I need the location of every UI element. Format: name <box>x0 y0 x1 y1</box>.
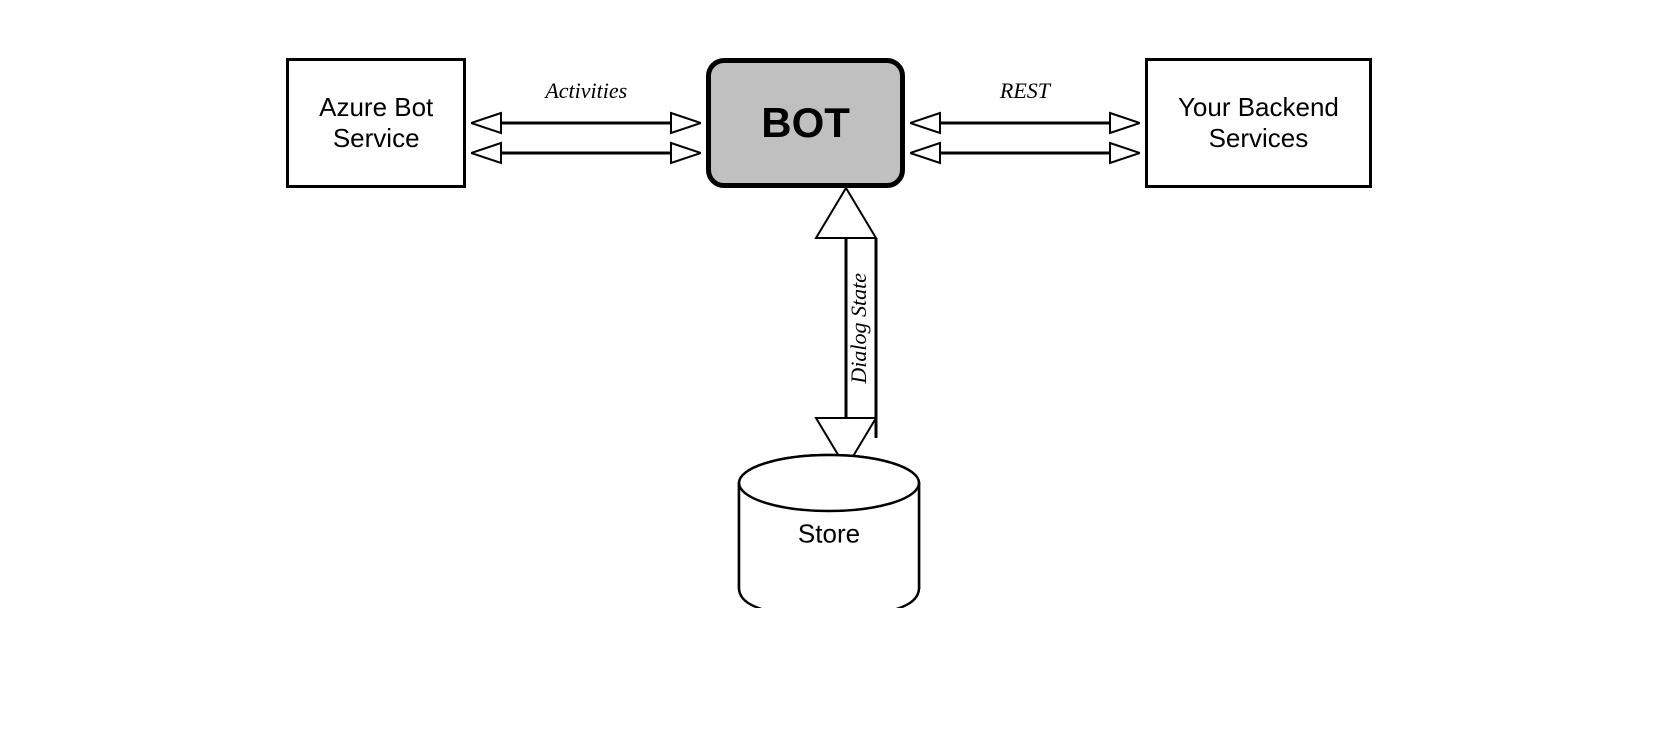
top-row: Azure Bot Service Activities <box>286 58 1372 188</box>
bot-box: BOT <box>706 58 905 188</box>
activities-arrow-svg <box>471 108 701 168</box>
bot-label: BOT <box>761 99 850 147</box>
diagram-container: Azure Bot Service Activities <box>229 28 1429 708</box>
rest-label: REST <box>1000 78 1050 104</box>
dialog-state-label: Dialog State <box>846 273 872 384</box>
activities-arrow-container: Activities <box>466 78 706 168</box>
azure-bot-service-box: Azure Bot Service <box>286 58 466 188</box>
backend-services-label: Your Backend Services <box>1178 92 1339 154</box>
activities-label: Activities <box>545 78 627 104</box>
azure-bot-service-label: Azure Bot Service <box>319 92 433 154</box>
store-label: Store <box>798 519 860 550</box>
vertical-arrow-section: Dialog State <box>786 188 872 468</box>
rest-arrow-svg <box>910 108 1140 168</box>
backend-services-box: Your Backend Services <box>1145 58 1372 188</box>
rest-arrow-container: REST <box>905 78 1145 168</box>
store-cylinder: Store <box>729 448 929 608</box>
